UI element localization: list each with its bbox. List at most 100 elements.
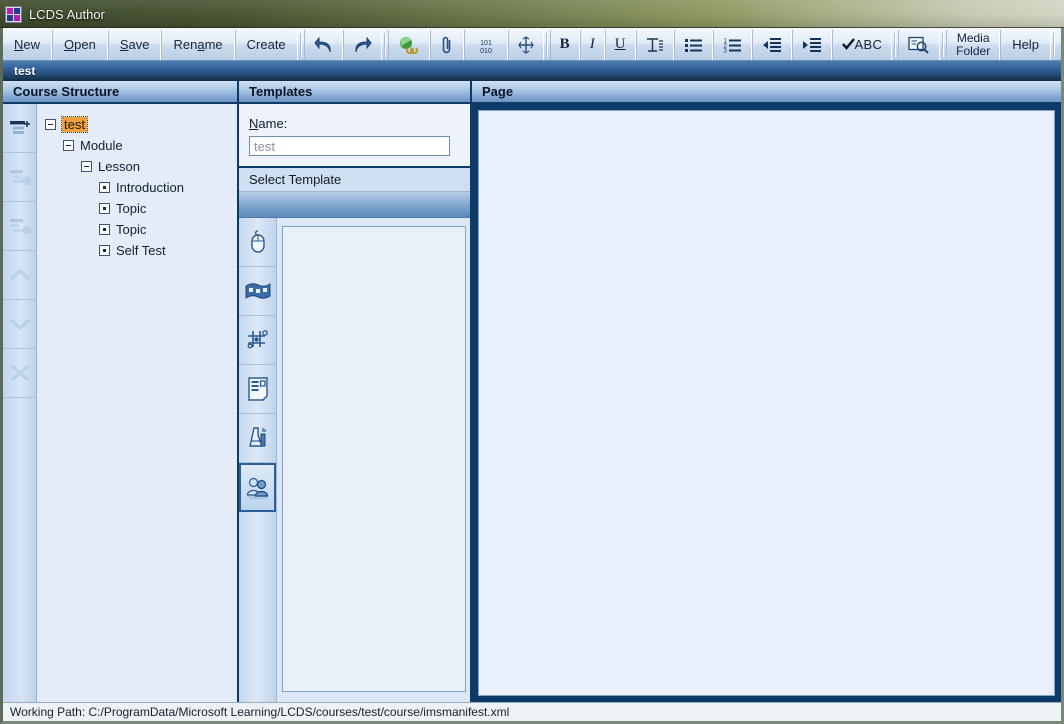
- toolbar-separator: [942, 33, 945, 57]
- media-folder-line2: Folder: [956, 44, 991, 58]
- tree-node[interactable]: Module: [45, 135, 237, 156]
- undo-icon[interactable]: [303, 30, 343, 60]
- application-window: LCDS Author New Open Save Rename Create: [0, 0, 1064, 724]
- course-tree[interactable]: test Module Lesson Introduction Topic To…: [37, 104, 237, 702]
- tree-expander-icon[interactable]: [45, 119, 56, 130]
- page-header: Page: [472, 81, 1061, 104]
- toolbar-separator: [299, 33, 302, 57]
- add-topic-button[interactable]: [3, 202, 36, 251]
- redo-icon[interactable]: [342, 30, 382, 60]
- title-bar: LCDS Author: [0, 0, 1064, 28]
- italic-icon[interactable]: I: [579, 30, 605, 60]
- attachment-icon[interactable]: [429, 30, 464, 60]
- source-code-icon[interactable]: 101 010: [463, 30, 508, 60]
- select-template-bar: Select Template: [239, 168, 470, 192]
- template-name-group: Name:: [239, 104, 470, 168]
- tree-node[interactable]: Topic: [45, 219, 237, 240]
- select-template-label: Select Template: [249, 172, 342, 187]
- toolbar-separator: [894, 33, 897, 57]
- page-title: Page: [482, 84, 514, 99]
- tree-node-label: test: [61, 116, 88, 133]
- move-down-button[interactable]: [3, 300, 36, 349]
- open-button[interactable]: Open: [52, 30, 108, 60]
- numbered-list-icon[interactable]: 1 2 3: [712, 30, 752, 60]
- tree-node[interactable]: Topic: [45, 198, 237, 219]
- tree-expander-icon[interactable]: [63, 140, 74, 151]
- tree-node-label: Introduction: [116, 180, 184, 195]
- svg-text:3: 3: [723, 49, 727, 54]
- preview-icon[interactable]: [898, 30, 941, 60]
- page-pane: Page: [472, 81, 1061, 702]
- template-category-text-icon[interactable]: [239, 365, 276, 414]
- template-name-label: Name:: [249, 116, 288, 131]
- tree-leaf-icon[interactable]: [99, 245, 110, 256]
- bulleted-list-icon[interactable]: [673, 30, 713, 60]
- template-list[interactable]: [282, 226, 466, 692]
- main-toolbar: New Open Save Rename Create 101 010 B I …: [3, 28, 1061, 61]
- toolbar-separator: [545, 33, 548, 57]
- templates-title: Templates: [249, 84, 313, 99]
- insert-symbol-icon[interactable]: [507, 30, 544, 60]
- help-label: Help: [1012, 37, 1039, 53]
- new-button[interactable]: New: [3, 30, 53, 60]
- structure-toolbar: [3, 104, 37, 702]
- toolbar-separator: [1052, 33, 1055, 57]
- templates-pane: Templates Name: Select Template: [239, 81, 472, 702]
- create-button[interactable]: Create: [234, 30, 298, 60]
- template-category-collaborate-icon[interactable]: [239, 463, 276, 512]
- hyperlink-icon[interactable]: [387, 30, 430, 60]
- document-tab[interactable]: test: [14, 64, 35, 78]
- svg-text:101: 101: [480, 40, 492, 47]
- tree-node-label: Lesson: [98, 159, 140, 174]
- course-structure-body: test Module Lesson Introduction Topic To…: [3, 104, 237, 702]
- bold-icon[interactable]: B: [549, 30, 580, 60]
- tree-node-label: Topic: [116, 201, 147, 216]
- template-category-rail: [239, 218, 277, 702]
- template-category-labs-icon[interactable]: [239, 414, 276, 463]
- help-button[interactable]: Help: [1000, 30, 1051, 60]
- window-title: LCDS Author: [29, 6, 105, 22]
- underline-icon[interactable]: U: [604, 30, 636, 60]
- save-button[interactable]: Save: [107, 30, 162, 60]
- template-category-media-icon[interactable]: [239, 267, 276, 316]
- svg-text:010: 010: [480, 48, 492, 55]
- delete-button[interactable]: [3, 349, 36, 398]
- heading-icon[interactable]: [635, 30, 674, 60]
- app-grid-icon: [5, 5, 22, 23]
- course-structure-header: Course Structure: [3, 81, 237, 104]
- templates-header: Templates: [239, 81, 470, 104]
- tree-node[interactable]: Introduction: [45, 177, 237, 198]
- move-up-button[interactable]: [3, 251, 36, 300]
- tree-leaf-icon[interactable]: [99, 203, 110, 214]
- working-path-text: Working Path: C:/ProgramData/Microsoft L…: [10, 705, 510, 719]
- tree-node-label: Module: [80, 138, 123, 153]
- tree-leaf-icon[interactable]: [99, 182, 110, 193]
- page-canvas[interactable]: [478, 110, 1055, 696]
- panes-container: Course Structure test Module Lesson Intr…: [3, 81, 1061, 702]
- rename-button[interactable]: Rename: [161, 30, 235, 60]
- toolbar-separator: [383, 33, 386, 57]
- templates-body: [239, 218, 470, 702]
- media-folder-button[interactable]: Media Folder: [946, 30, 1001, 60]
- tree-node-label: Topic: [116, 222, 147, 237]
- decrease-indent-icon[interactable]: [751, 30, 792, 60]
- tree-node[interactable]: Self Test: [45, 240, 237, 261]
- tree-node[interactable]: test: [45, 114, 237, 135]
- course-structure-title: Course Structure: [13, 84, 120, 99]
- add-module-button[interactable]: [3, 104, 36, 153]
- status-bar: Working Path: C:/ProgramData/Microsoft L…: [3, 702, 1061, 721]
- select-template-divider: [239, 192, 470, 218]
- increase-indent-icon[interactable]: [791, 30, 832, 60]
- tree-node-label: Self Test: [116, 243, 166, 258]
- template-category-games-icon[interactable]: [239, 316, 276, 365]
- template-name-input[interactable]: [249, 136, 450, 156]
- template-category-interact-icon[interactable]: [239, 218, 276, 267]
- tree-leaf-icon[interactable]: [99, 224, 110, 235]
- client-area: New Open Save Rename Create 101 010 B I …: [0, 28, 1064, 724]
- spellcheck-icon[interactable]: ABC: [831, 30, 893, 60]
- tree-expander-icon[interactable]: [81, 161, 92, 172]
- document-tab-bar: test: [3, 61, 1061, 81]
- tree-node[interactable]: Lesson: [45, 156, 237, 177]
- add-lesson-button[interactable]: [3, 153, 36, 202]
- course-structure-pane: Course Structure test Module Lesson Intr…: [3, 81, 239, 702]
